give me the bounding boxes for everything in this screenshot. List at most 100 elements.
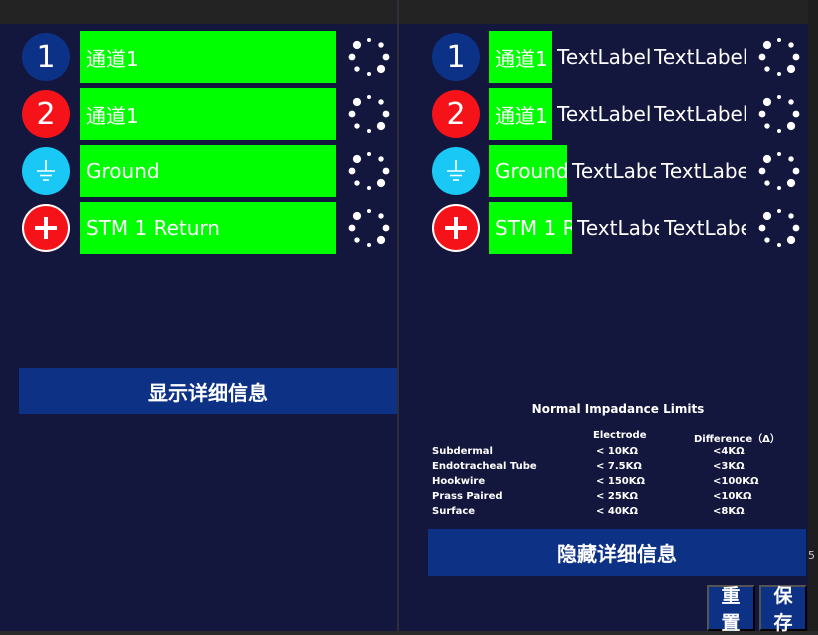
channel-label: Ground xyxy=(80,145,336,197)
electrode-limit: < 150KΩ xyxy=(596,476,645,487)
spinner-dot xyxy=(348,53,356,61)
spinner-dot xyxy=(777,243,781,247)
save-button[interactable]: 保存 xyxy=(759,585,807,634)
spinner-dot xyxy=(792,224,800,232)
channel-label: 通道1 xyxy=(489,88,552,140)
spinner-dot xyxy=(777,186,781,190)
loading-spinner-icon xyxy=(345,90,393,138)
spinner-dot xyxy=(378,156,384,162)
spinner-dot xyxy=(777,209,781,213)
channel-label: STM 1 Return xyxy=(80,202,336,254)
channel-1-badge: 1 xyxy=(22,33,70,81)
channel-row: 1 通道1 TextLabel TextLabel xyxy=(399,31,808,83)
spinner-dot xyxy=(788,156,794,162)
spinner-dot xyxy=(777,72,781,76)
spinner-dot xyxy=(378,42,384,48)
spinner-dot xyxy=(352,211,362,221)
spinner-dot xyxy=(792,110,800,118)
channel-row: STM 1 Return TextLabel TextLabel xyxy=(399,202,808,254)
spinner-dot xyxy=(367,209,371,213)
loading-spinner-icon xyxy=(755,147,803,195)
hide-details-button[interactable]: 隐藏详细信息 xyxy=(428,529,806,576)
spinner-dot xyxy=(382,110,390,118)
spinner-dot xyxy=(762,211,772,221)
difference-value-label: TextLabel xyxy=(654,102,746,126)
spinner-dot xyxy=(758,167,766,175)
electrode-type: Surface xyxy=(432,506,476,517)
difference-limit: <3KΩ xyxy=(713,461,745,472)
spinner-dot xyxy=(777,95,781,99)
spinner-dot xyxy=(788,99,794,105)
spinner-dot xyxy=(348,167,356,175)
spinner-dot xyxy=(382,53,390,61)
ground-icon xyxy=(22,147,70,195)
spinner-dot xyxy=(792,53,800,61)
limits-title: Normal Impadance Limits xyxy=(531,402,705,416)
spinner-dot xyxy=(764,180,770,186)
channel-row: 2 通道1 TextLabel TextLabel xyxy=(399,88,808,140)
ground-icon xyxy=(432,147,480,195)
channel-1-badge: 1 xyxy=(432,33,480,81)
spinner-dot xyxy=(777,152,781,156)
electrode-type: Subdermal xyxy=(432,446,493,457)
channel-row: Ground TextLabel TextLabel xyxy=(399,145,808,197)
difference-value-label: TextLabel xyxy=(664,216,746,240)
spinner-dot xyxy=(354,123,360,129)
spinner-dot xyxy=(382,224,390,232)
loading-spinner-icon xyxy=(755,90,803,138)
spinner-dot xyxy=(367,152,371,156)
spinner-dot xyxy=(367,95,371,99)
spinner-dot xyxy=(788,42,794,48)
loading-spinner-icon xyxy=(345,33,393,81)
electrode-limit: < 40KΩ xyxy=(596,506,639,517)
channel-2-badge: 2 xyxy=(432,90,480,138)
electrode-value-label: TextLabel xyxy=(572,159,656,183)
difference-limit: <8KΩ xyxy=(713,506,745,517)
channel-row: Ground xyxy=(0,145,398,197)
spinner-dot xyxy=(758,110,766,118)
spinner-dot xyxy=(354,66,360,72)
electrode-type: Prass Paired xyxy=(432,491,503,502)
channel-row: 2 通道1 xyxy=(0,88,398,140)
channel-label: 通道1 xyxy=(489,31,552,83)
spinner-dot xyxy=(777,38,781,42)
title-bar xyxy=(0,0,818,24)
spinner-dot xyxy=(762,97,772,107)
plus-icon xyxy=(432,204,480,252)
spinner-dot xyxy=(378,213,384,219)
spinner-dot xyxy=(786,64,796,74)
spinner-dot xyxy=(376,178,386,188)
spinner-dot xyxy=(792,167,800,175)
spinner-dot xyxy=(788,213,794,219)
spinner-dot xyxy=(786,235,796,245)
spinner-dot xyxy=(382,167,390,175)
difference-limit: <4KΩ xyxy=(713,446,745,457)
spinner-dot xyxy=(758,53,766,61)
spinner-dot xyxy=(378,99,384,105)
spinner-dot xyxy=(367,243,371,247)
difference-column-header: Difference（Δ） xyxy=(694,434,780,445)
impedance-limits-table: Normal Impadance Limits Electrode Differ… xyxy=(428,398,808,528)
spinner-dot xyxy=(367,129,371,133)
reset-button[interactable]: 重置 xyxy=(707,585,755,634)
spinner-dot xyxy=(348,224,356,232)
spinner-dot xyxy=(367,186,371,190)
show-details-button[interactable]: 显示详细信息 xyxy=(19,368,397,414)
spinner-dot xyxy=(354,180,360,186)
edge-strip xyxy=(808,0,818,631)
difference-limit: <10KΩ xyxy=(713,491,752,502)
channel-label: 通道1 xyxy=(80,88,336,140)
spinner-dot xyxy=(758,224,766,232)
loading-spinner-icon xyxy=(345,147,393,195)
electrode-limit: < 10KΩ xyxy=(596,446,639,457)
spinner-dot xyxy=(376,64,386,74)
loading-spinner-icon xyxy=(755,33,803,81)
spinner-dot xyxy=(367,72,371,76)
plus-icon xyxy=(22,204,70,252)
channel-label: 通道1 xyxy=(80,31,336,83)
spinner-dot xyxy=(367,38,371,42)
electrode-limit: < 7.5KΩ xyxy=(596,461,642,472)
spinner-dot xyxy=(348,110,356,118)
channel-label: Ground xyxy=(489,145,567,197)
channel-row: 1 通道1 xyxy=(0,31,398,83)
